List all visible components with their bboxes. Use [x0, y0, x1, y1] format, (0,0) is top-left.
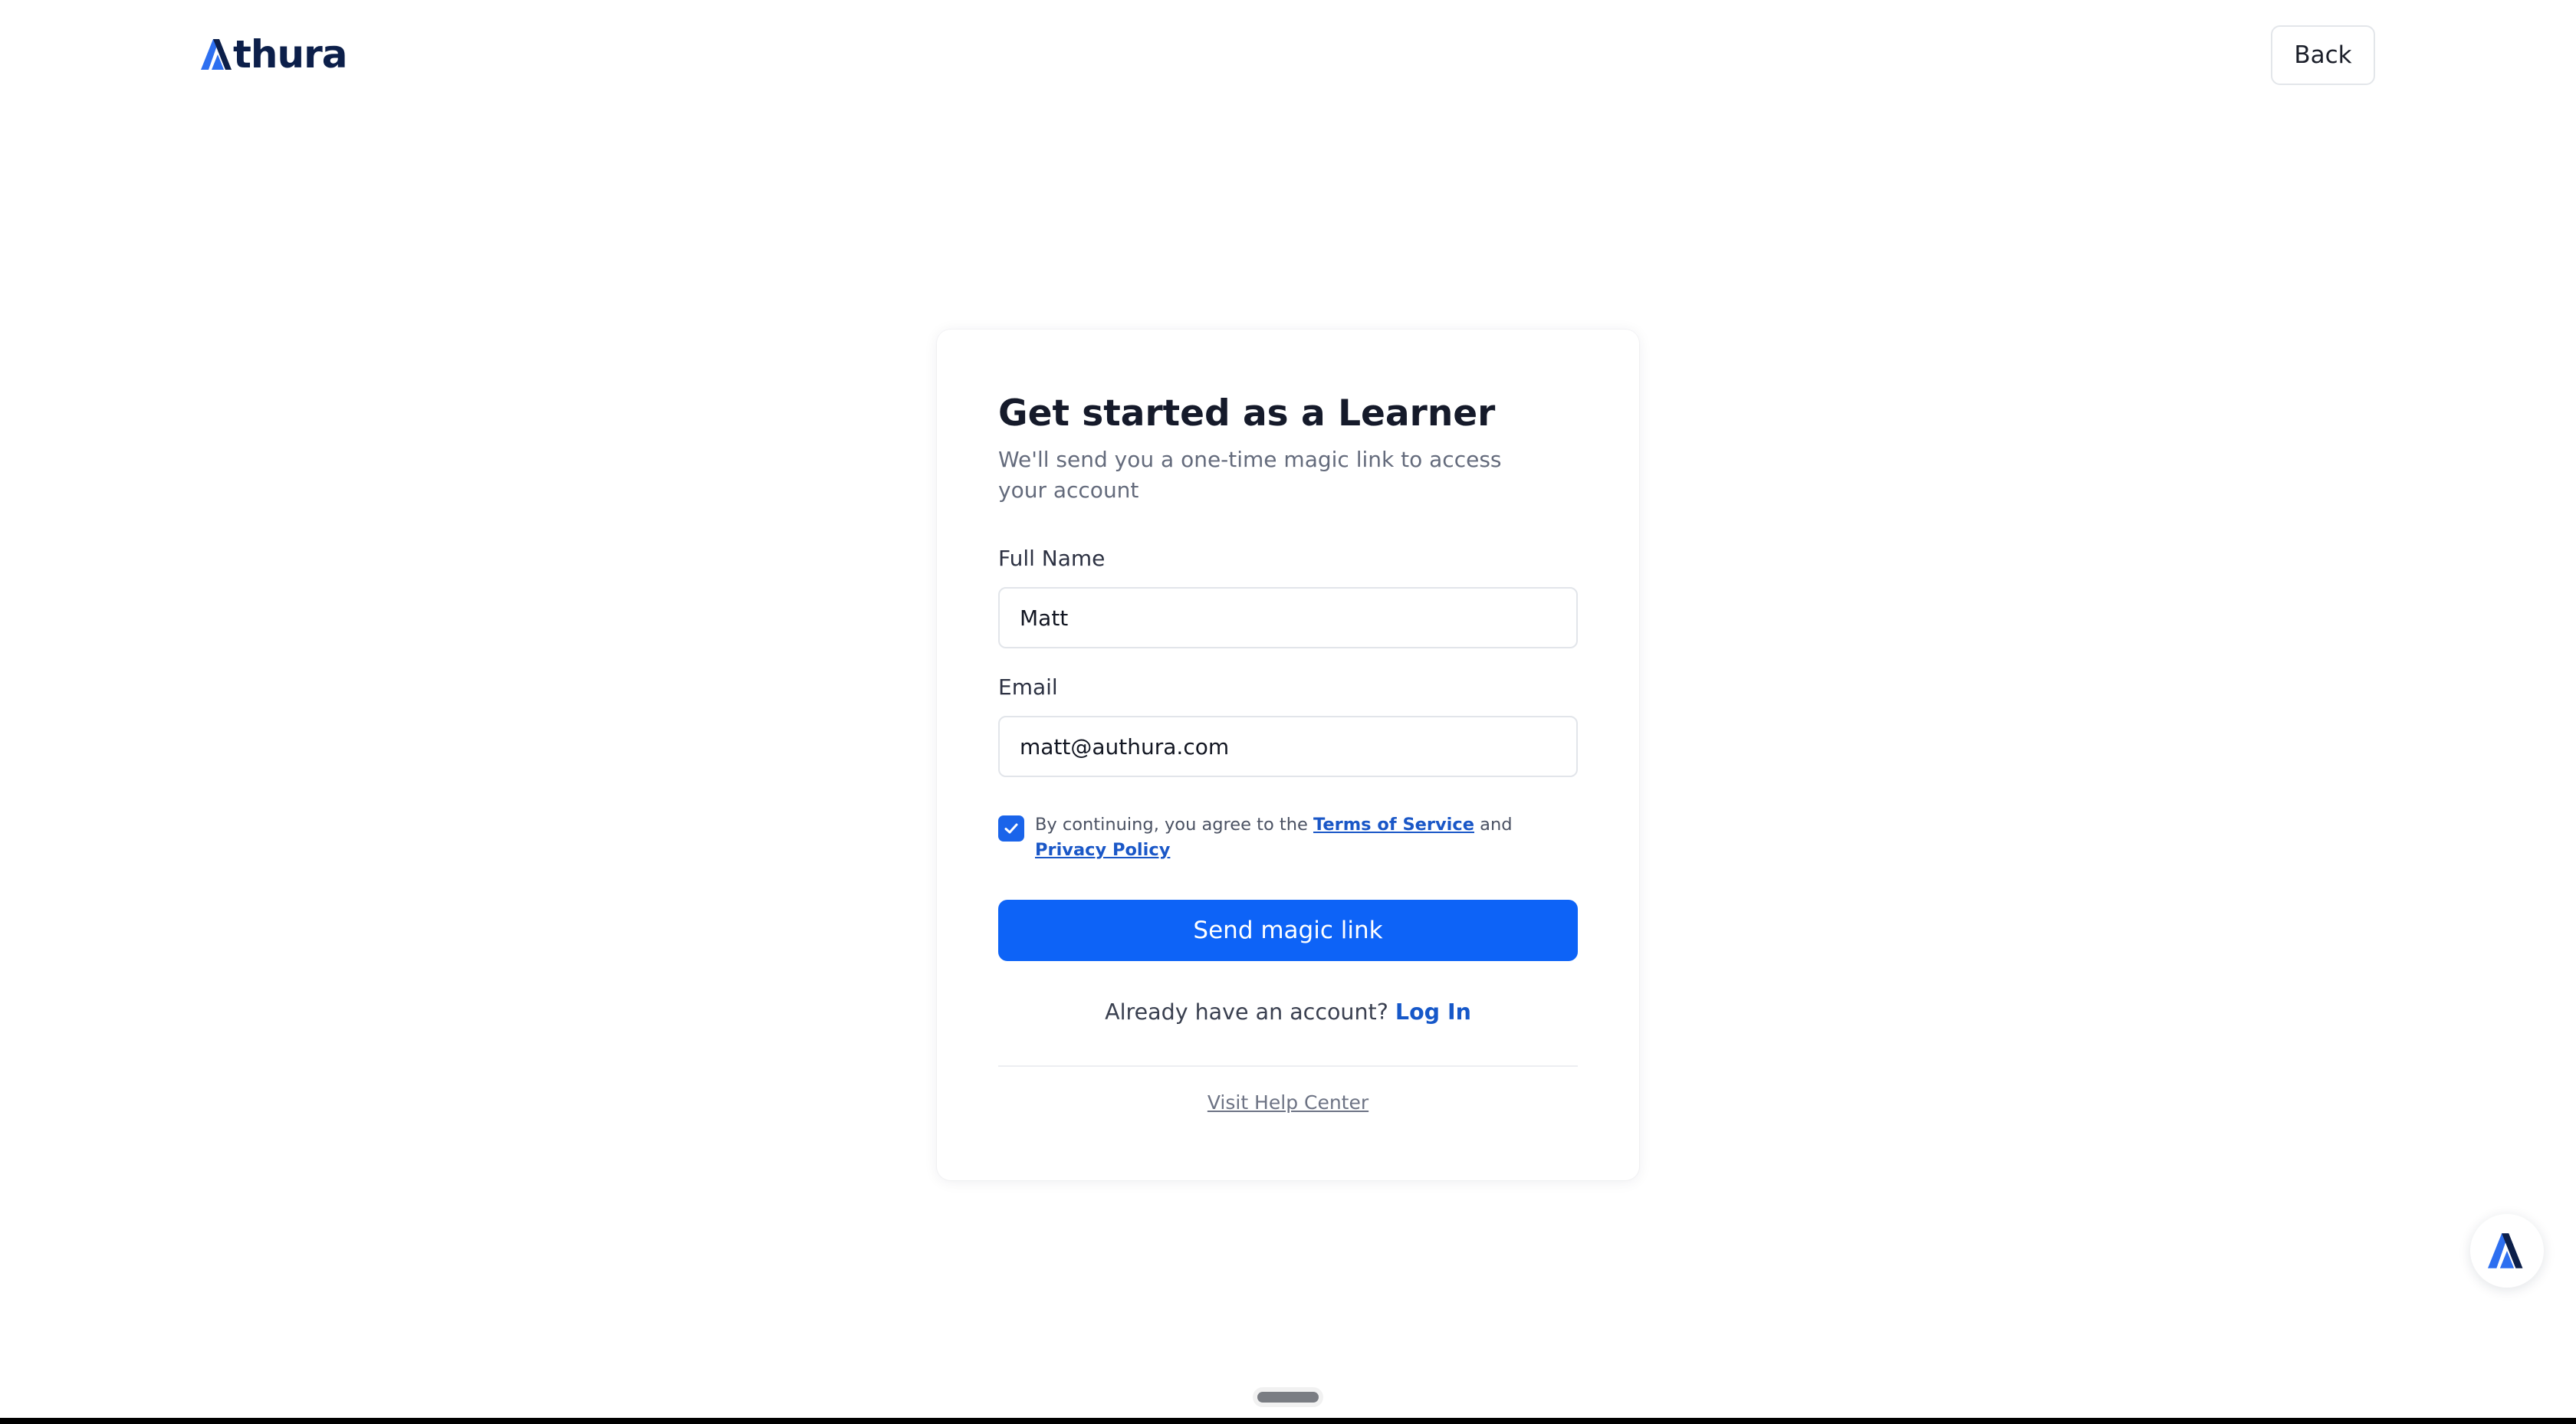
- authura-logo[interactable]: thura: [201, 32, 347, 77]
- terms-consent: By continuing, you agree to the Terms of…: [998, 812, 1578, 863]
- page-title: Get started as a Learner: [998, 392, 1496, 435]
- logo-text: thura: [233, 32, 347, 77]
- consent-and: and: [1480, 815, 1513, 835]
- page-subtitle: We'll send you a one-time magic link to …: [998, 447, 1502, 503]
- authura-a-logo-icon: [201, 39, 235, 70]
- signup-card: Get started as a Learner We'll send you …: [937, 330, 1639, 1180]
- consent-prefix: By continuing, you agree to the: [1035, 815, 1308, 835]
- privacy-policy-link[interactable]: Privacy Policy: [1035, 840, 1170, 860]
- terms-of-service-link[interactable]: Terms of Service: [1313, 815, 1474, 835]
- assistant-fab-button[interactable]: [2470, 1214, 2544, 1288]
- page: thura Back Get started as a Learner We'l…: [0, 0, 2576, 1424]
- full-name-label: Full Name: [998, 546, 1106, 571]
- login-prompt-row: Already have an account? Log In: [998, 999, 1578, 1025]
- login-prompt: Already have an account?: [1105, 999, 1388, 1025]
- full-name-input[interactable]: [998, 587, 1578, 648]
- email-input[interactable]: [998, 716, 1578, 777]
- consent-text: By continuing, you agree to the Terms of…: [1035, 812, 1564, 863]
- visit-help-center-link[interactable]: Visit Help Center: [1208, 1091, 1368, 1114]
- checkmark-icon: [1004, 823, 1018, 834]
- help-row: Visit Help Center: [998, 1091, 1578, 1114]
- frame-edge: [0, 1418, 2576, 1424]
- send-magic-link-button[interactable]: Send magic link: [998, 900, 1578, 961]
- divider: [998, 1065, 1578, 1067]
- email-label: Email: [998, 674, 1058, 700]
- authura-a-logo-icon: [2488, 1233, 2523, 1268]
- back-button[interactable]: Back: [2271, 25, 2375, 85]
- bottom-drag-handle[interactable]: [1257, 1392, 1319, 1403]
- terms-checkbox[interactable]: [998, 815, 1024, 842]
- log-in-link[interactable]: Log In: [1395, 999, 1471, 1025]
